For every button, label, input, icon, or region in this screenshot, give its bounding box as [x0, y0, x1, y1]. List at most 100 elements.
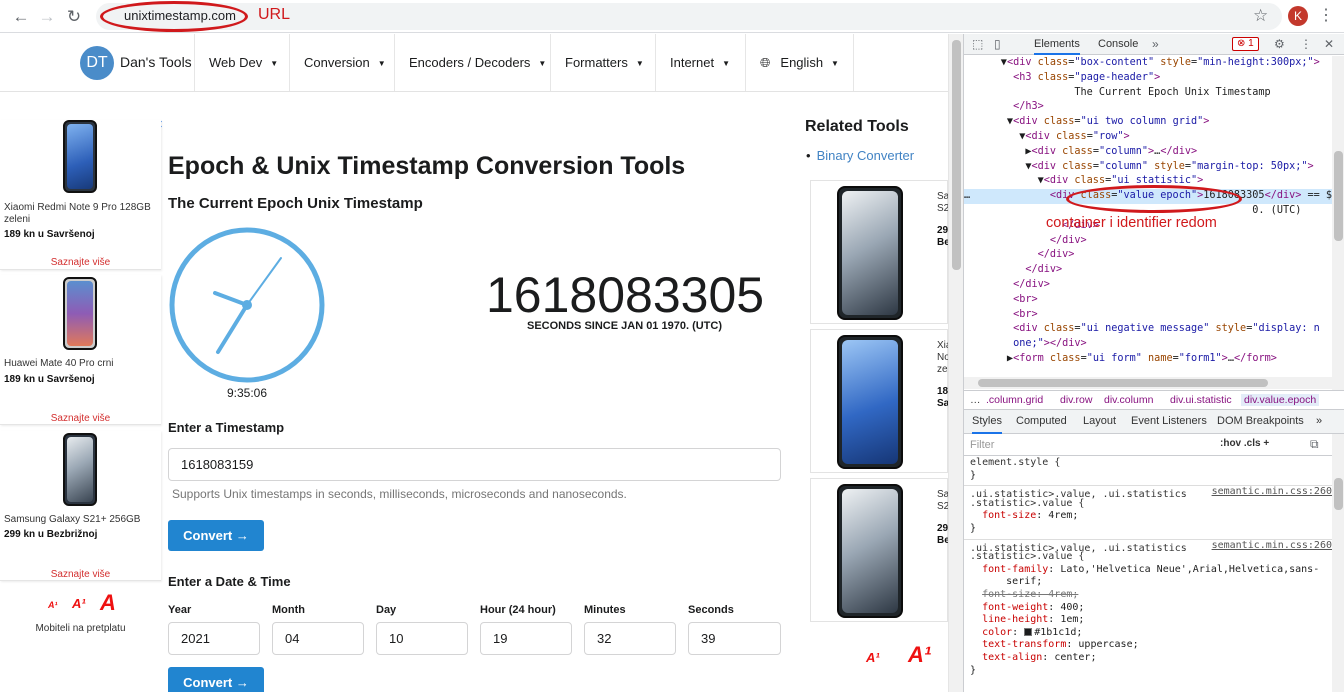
menu-internet[interactable]: Internet ▼	[655, 34, 744, 91]
ad-card[interactable]: Huawei Mate 40 Pro crni 189 kn u Savršen…	[0, 275, 161, 425]
scrollbar-thumb[interactable]	[978, 379, 1268, 387]
style-rule[interactable]: .statistic>.value {	[964, 498, 1332, 511]
dom-node[interactable]: ▼<div class="row">	[964, 130, 1332, 145]
ad-link[interactable]: Saznajte više	[0, 257, 161, 268]
dom-scrollbar[interactable]	[1332, 56, 1344, 408]
style-rule[interactable]: .ui.statistic>.value, .ui.statistics sema…	[964, 538, 1332, 554]
tab-dom-breakpoints[interactable]: DOM Breakpoints	[1217, 415, 1304, 427]
back-arrow-icon[interactable]: ←	[10, 6, 32, 28]
hour-label: Hour (24 hour)	[480, 604, 556, 616]
scrollbar-thumb[interactable]	[1334, 478, 1343, 510]
style-declaration[interactable]: font-size: 4rem;	[964, 510, 1332, 523]
convert-timestamp-button[interactable]: Convert →	[168, 520, 264, 551]
dom-node[interactable]: </div>	[964, 234, 1332, 249]
style-declaration[interactable]: line-height: 1em;	[964, 614, 1332, 627]
style-declaration[interactable]: text-align: center;	[964, 652, 1332, 665]
breadcrumb-item[interactable]: div.ui.statistic	[1170, 394, 1232, 406]
style-declaration[interactable]: text-transform: uppercase;	[964, 639, 1332, 652]
style-declaration[interactable]: font-size: 4rem;	[964, 589, 1332, 602]
dom-node[interactable]: </div>	[964, 278, 1332, 293]
ad-link[interactable]: Saznajte više	[0, 569, 161, 580]
timestamp-input[interactable]: 1618083159	[168, 448, 781, 481]
dom-node[interactable]: </div>	[964, 263, 1332, 278]
dom-node[interactable]: <h3 class="page-header">	[964, 71, 1332, 86]
menu-formatters[interactable]: Formatters ▼	[550, 34, 658, 91]
dom-node[interactable]: one;"></div>	[964, 337, 1332, 352]
tab-styles[interactable]: Styles	[972, 415, 1002, 434]
style-declaration[interactable]: font-family: Lato,'Helvetica Neue',Arial…	[964, 564, 1332, 577]
dom-node[interactable]: <div class="ui negative message" style="…	[964, 322, 1332, 337]
dom-node[interactable]: <br>	[964, 293, 1332, 308]
menu-web-dev[interactable]: Web Dev ▼	[194, 34, 292, 91]
ad-link[interactable]: Saznajte više	[0, 413, 161, 424]
dom-node[interactable]: </h3>	[964, 100, 1332, 115]
breadcrumb-more[interactable]: …	[970, 394, 981, 406]
tab-elements[interactable]: Elements	[1034, 38, 1080, 55]
devtools-menu-icon[interactable]: ⋮	[1300, 37, 1312, 51]
related-tool-item[interactable]: • Binary Converter	[806, 148, 914, 163]
inspect-element-icon[interactable]: ⬚	[972, 37, 983, 51]
day-input[interactable]: 10	[376, 622, 468, 655]
product-card[interactable]: Sa S2 29 Be	[810, 180, 948, 324]
scrollbar-thumb[interactable]	[952, 40, 961, 270]
more-tabs-icon[interactable]: »	[1316, 415, 1322, 427]
breadcrumb-item-active[interactable]: div.value.epoch	[1241, 394, 1320, 406]
menu-conversion[interactable]: Conversion ▼	[289, 34, 400, 91]
styles-scrollbar[interactable]	[1332, 434, 1344, 692]
product-card[interactable]: Sa S2 29 Be	[810, 478, 948, 622]
style-declaration[interactable]: serif;	[964, 576, 1332, 589]
dom-node[interactable]: ▼<div class="box-content" style="min-hei…	[964, 56, 1332, 71]
dom-node[interactable]: ▼<div class="column" style="margin-top: …	[964, 160, 1332, 175]
profile-avatar[interactable]: K	[1288, 6, 1308, 26]
minutes-input[interactable]: 32	[584, 622, 676, 655]
seconds-input[interactable]: 39	[688, 622, 781, 655]
breadcrumb-item[interactable]: div.row	[1060, 394, 1092, 406]
month-input[interactable]: 04	[272, 622, 364, 655]
style-declaration[interactable]: font-weight: 400;	[964, 602, 1332, 615]
bookmark-star-icon[interactable]: ☆	[1253, 6, 1268, 26]
tab-computed[interactable]: Computed	[1016, 415, 1067, 427]
menu-encoders-decoders[interactable]: Encoders / Decoders ▼	[394, 34, 560, 91]
ad-card[interactable]: Xiaomi Redmi Note 9 Pro 128GB zeleni 189…	[0, 120, 161, 270]
tab-console[interactable]: Console	[1098, 38, 1138, 50]
dom-horizontal-scrollbar[interactable]	[964, 377, 1332, 389]
convert-date-button[interactable]: Convert →	[168, 667, 264, 692]
error-count-badge[interactable]: ⊗ 1	[1232, 37, 1259, 51]
style-rule[interactable]: .statistic>.value {	[964, 551, 1332, 564]
dom-node[interactable]: ▼<div class="ui two column grid">	[964, 115, 1332, 130]
ad-card[interactable]: Samsung Galaxy S21+ 256GB 299 kn u Bezbr…	[0, 431, 161, 581]
page-scrollbar[interactable]	[948, 34, 963, 692]
forward-arrow-icon[interactable]: →	[36, 6, 58, 28]
breadcrumb-item[interactable]: .column.grid	[986, 394, 1043, 406]
reload-icon[interactable]: ↻	[63, 6, 85, 28]
related-tool-link[interactable]: Binary Converter	[817, 148, 915, 163]
hour-input[interactable]: 19	[480, 622, 572, 655]
dom-node[interactable]: ▶<form class="ui form" name="form1">…</f…	[964, 352, 1332, 367]
browser-toolbar: ← → ↻ unixtimestamp.com URL ☆ K ⋮	[0, 0, 1344, 33]
year-input[interactable]: 2021	[168, 622, 260, 655]
styles-pane[interactable]: element.style { } .ui.statistic>.value, …	[964, 457, 1332, 692]
settings-gear-icon[interactable]: ⚙	[1274, 37, 1285, 51]
tab-layout[interactable]: Layout	[1083, 415, 1116, 427]
filter-input[interactable]: Filter	[970, 439, 994, 451]
color-swatch[interactable]	[1024, 627, 1033, 636]
scrollbar-thumb[interactable]	[1334, 151, 1343, 241]
dom-node[interactable]: </div>	[964, 248, 1332, 263]
style-tools[interactable]: :hov .cls +	[1220, 438, 1269, 449]
close-icon[interactable]: ✕	[1324, 37, 1334, 51]
style-declaration[interactable]: color: #1b1c1d;	[964, 627, 1332, 640]
breadcrumb-item[interactable]: div.column	[1104, 394, 1153, 406]
tab-event-listeners[interactable]: Event Listeners	[1131, 415, 1207, 427]
style-rule[interactable]: .ui.statistic>.value, .ui.statistics sema…	[964, 485, 1332, 500]
toggle-sidebar-icon[interactable]: ⧉	[1310, 437, 1319, 452]
product-card[interactable]: Xia No ze 18 Sa	[810, 329, 948, 473]
dom-node[interactable]: ▶<div class="column">…</div>	[964, 145, 1332, 160]
menu-language[interactable]: 🌐︎ English ▼	[745, 34, 854, 91]
dom-node[interactable]: <br>	[964, 308, 1332, 323]
dom-text-node[interactable]: The Current Epoch Unix Timestamp	[964, 86, 1332, 101]
device-toggle-icon[interactable]: ▯	[994, 37, 1001, 51]
browser-menu-icon[interactable]: ⋮	[1318, 5, 1334, 25]
enter-timestamp-label: Enter a Timestamp	[168, 420, 285, 435]
style-rule[interactable]: element.style {	[964, 457, 1332, 470]
more-tabs-icon[interactable]: »	[1152, 37, 1159, 51]
